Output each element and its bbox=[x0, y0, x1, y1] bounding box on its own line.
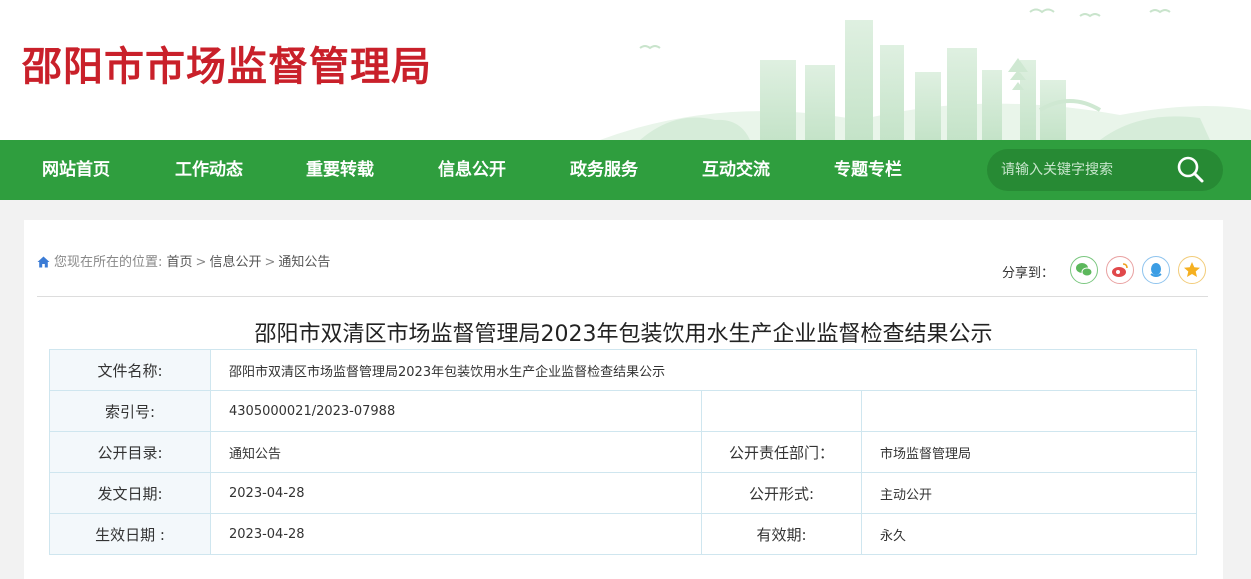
qq-icon[interactable] bbox=[1142, 256, 1170, 284]
nav-item-home[interactable]: 网站首页 bbox=[42, 140, 110, 200]
disclosure-form-label: 公开形式: bbox=[701, 472, 862, 514]
index-label: 索引号: bbox=[49, 390, 211, 432]
table-row: 生效日期 : 2023-04-28 有效期: 永久 bbox=[49, 513, 1198, 555]
table-row: 公开目录: 通知公告 公开责任部门： 市场监督管理局 bbox=[49, 431, 1198, 473]
nav-item-special-topics[interactable]: 专题专栏 bbox=[834, 140, 902, 200]
divider bbox=[37, 296, 1208, 297]
nav-item-work-news[interactable]: 工作动态 bbox=[175, 140, 243, 200]
validity-label: 有效期: bbox=[701, 513, 862, 555]
breadcrumb-home[interactable]: 首页 bbox=[167, 255, 193, 270]
catalog-label: 公开目录: bbox=[49, 431, 211, 473]
index-value: 4305000021/2023-07988 bbox=[210, 390, 702, 432]
header-banner: 邵阳市市场监督管理局 bbox=[0, 0, 1251, 140]
site-title[interactable]: 邵阳市市场监督管理局 bbox=[22, 34, 432, 92]
search-icon bbox=[1177, 156, 1204, 183]
qzone-icon[interactable] bbox=[1178, 256, 1206, 284]
dept-label: 公开责任部门： bbox=[701, 431, 862, 473]
file-name-label: 文件名称: bbox=[49, 349, 211, 391]
file-name-value: 邵阳市双清区市场监督管理局2023年包装饮用水生产企业监督检查结果公示 bbox=[209, 349, 1198, 391]
content-panel: 您现在所在的位置: 首页 > 信息公开 > 通知公告 分享到： 邵阳市双清区市场… bbox=[24, 220, 1223, 579]
nav-item-interaction[interactable]: 互动交流 bbox=[702, 140, 770, 200]
table-row: 文件名称: 邵阳市双清区市场监督管理局2023年包装饮用水生产企业监督检查结果公… bbox=[49, 349, 1198, 391]
main-nav: 网站首页 工作动态 重要转载 信息公开 政务服务 互动交流 专题专栏 bbox=[0, 140, 1251, 200]
nav-item-info-disclosure[interactable]: 信息公开 bbox=[438, 140, 506, 200]
effective-date-value: 2023-04-28 bbox=[210, 513, 702, 555]
dept-value: 市场监督管理局 bbox=[860, 431, 1198, 473]
article-title: 邵阳市双清区市场监督管理局2023年包装饮用水生产企业监督检查结果公示 bbox=[254, 322, 993, 347]
effective-date-label: 生效日期 : bbox=[49, 513, 211, 555]
breadcrumb-notices[interactable]: 通知公告 bbox=[278, 255, 330, 270]
city-skyline-illustration bbox=[600, 8, 1251, 140]
breadcrumb-info-disclosure[interactable]: 信息公开 bbox=[209, 255, 261, 270]
share-label: 分享到： bbox=[1002, 266, 1055, 281]
search-box bbox=[987, 149, 1223, 191]
breadcrumb: 您现在所在的位置: 首页 > 信息公开 > 通知公告 bbox=[37, 251, 330, 270]
search-input[interactable] bbox=[1001, 149, 1171, 191]
breadcrumb-separator: > bbox=[195, 255, 207, 270]
empty-cell bbox=[860, 390, 1198, 432]
nav-item-gov-services[interactable]: 政务服务 bbox=[570, 140, 638, 200]
breadcrumb-prefix: 您现在所在的位置: bbox=[54, 255, 163, 270]
weibo-icon[interactable] bbox=[1106, 256, 1134, 284]
table-row: 索引号: 4305000021/2023-07988 bbox=[49, 390, 1198, 432]
issue-date-label: 发文日期: bbox=[49, 472, 211, 514]
search-button[interactable] bbox=[1173, 153, 1209, 187]
wechat-icon[interactable] bbox=[1070, 256, 1098, 284]
nav-item-reprints[interactable]: 重要转载 bbox=[306, 140, 374, 200]
disclosure-form-value: 主动公开 bbox=[860, 472, 1198, 514]
breadcrumb-separator: > bbox=[264, 255, 276, 270]
validity-value: 永久 bbox=[860, 513, 1198, 555]
catalog-value: 通知公告 bbox=[210, 431, 702, 473]
issue-date-value: 2023-04-28 bbox=[210, 472, 702, 514]
document-meta-table: 文件名称: 邵阳市双清区市场监督管理局2023年包装饮用水生产企业监督检查结果公… bbox=[49, 349, 1198, 555]
table-row: 发文日期: 2023-04-28 公开形式: 主动公开 bbox=[49, 472, 1198, 514]
home-icon bbox=[37, 256, 50, 268]
empty-cell bbox=[701, 390, 862, 432]
